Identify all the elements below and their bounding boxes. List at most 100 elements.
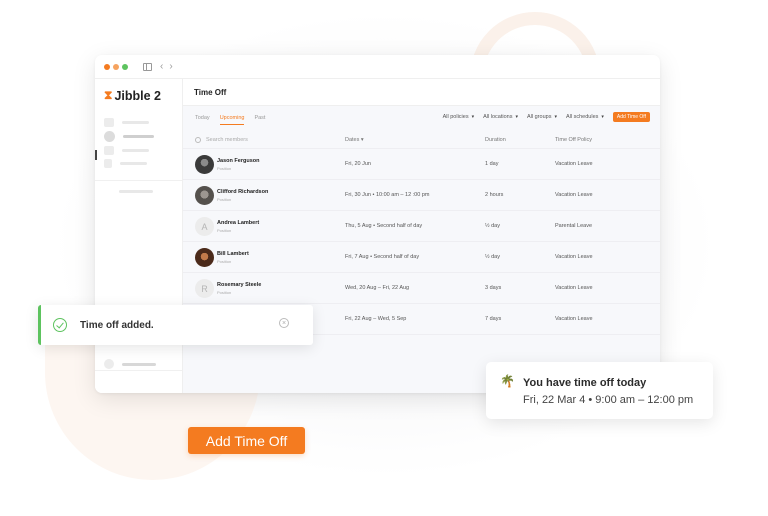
caret-down-icon: ▾	[601, 114, 604, 120]
avatar: R	[195, 279, 214, 298]
duration-cell: 3 days	[485, 285, 502, 291]
duration-cell: 1 day	[485, 161, 499, 167]
filter-label: All schedules	[565, 114, 599, 120]
dates-cell: Fri, 20 Jun	[345, 161, 371, 167]
sidebar-item-icon	[104, 131, 115, 142]
member-position: Position	[217, 197, 232, 202]
column-dates[interactable]: Dates ▾	[345, 137, 364, 143]
filter-policies[interactable]: All policies ▾	[443, 114, 475, 120]
table-row[interactable]: Bill Lambert Position Fri, 7 Aug • Secon…	[183, 242, 660, 273]
caret-down-icon: ▾	[554, 114, 557, 120]
member-position: Position	[217, 166, 232, 171]
time-off-today-card: 🌴 You have time off today Fri, 22 Mar 4 …	[486, 362, 713, 419]
table-row[interactable]: R Rosemary Steele Position Wed, 20 Aug –…	[183, 273, 660, 304]
table-row[interactable]: A Andrea Lambert Position Thu, 5 Aug • S…	[183, 211, 660, 242]
filter-groups[interactable]: All groups ▾	[527, 114, 557, 120]
check-circle-icon	[53, 318, 67, 332]
dates-cell: Fri, 22 Aug – Wed, 5 Sep	[345, 316, 407, 322]
sidebar-active-indicator	[95, 150, 97, 160]
policy-cell: Parental Leave	[555, 223, 592, 229]
add-time-off-button-small[interactable]: Add Time Off	[612, 112, 650, 122]
sidebar-item-label-placeholder	[122, 149, 149, 152]
filter-label: All groups	[526, 114, 552, 120]
toast-message: Time off added.	[80, 319, 154, 331]
sidebar-item-label-placeholder	[122, 121, 149, 124]
card-subtitle: Fri, 22 Mar 4 • 9:00 am – 12:00 pm	[523, 394, 694, 406]
logo-text: Jibble 2	[114, 88, 161, 103]
sidebar-item-label-placeholder	[119, 190, 153, 193]
caret-down-icon: ▾	[471, 114, 475, 120]
sidebar-item-icon	[104, 118, 114, 127]
sidebar-item-icon	[104, 146, 114, 155]
sidebar-divider	[95, 370, 182, 371]
avatar: A	[195, 217, 214, 236]
duration-cell: ½ day	[485, 254, 500, 260]
tab-past[interactable]: Past	[254, 115, 265, 125]
sidebar-item-5[interactable]	[119, 190, 153, 193]
member-name: Jason Ferguson	[217, 158, 260, 164]
window-titlebar: ‹ ›	[95, 55, 660, 79]
member-name: Bill Lambert	[217, 251, 249, 257]
add-time-off-button[interactable]: Add Time Off	[188, 427, 305, 454]
tab-upcoming[interactable]: Upcoming	[219, 115, 245, 125]
duration-cell: 2 hours	[485, 192, 504, 198]
minimize-window-dot[interactable]	[113, 63, 119, 70]
policy-cell: Vacation Leave	[555, 161, 593, 167]
back-icon[interactable]: ‹	[160, 61, 163, 72]
dates-cell: Wed, 20 Aug – Fri, 22 Aug	[345, 285, 410, 291]
filter-locations[interactable]: All locations ▾	[483, 114, 518, 120]
filter-schedules[interactable]: All schedules ▾	[566, 114, 604, 120]
palm-tree-icon: 🌴	[500, 374, 515, 388]
forward-icon[interactable]: ›	[169, 61, 172, 72]
search-icon	[195, 137, 201, 143]
sidebar: ⧗ Jibble 2	[95, 79, 183, 393]
caret-down-icon: ▾	[515, 114, 518, 120]
sidebar-item-3[interactable]	[104, 146, 149, 155]
sidebar-toggle-icon[interactable]	[143, 62, 152, 71]
main-header: Time Off	[183, 79, 660, 106]
sidebar-item-2-active[interactable]	[104, 131, 154, 142]
tab-today[interactable]: Today	[195, 115, 210, 125]
sidebar-divider	[95, 180, 182, 181]
main-content: Time Off Today Upcoming Past All policie…	[183, 79, 660, 393]
member-name: Andrea Lambert	[217, 220, 260, 226]
search-members[interactable]: Search members	[195, 137, 248, 143]
user-name-placeholder	[122, 362, 156, 366]
filter-label: All policies	[442, 114, 469, 120]
logo[interactable]: ⧗ Jibble 2	[95, 79, 182, 105]
avatar	[195, 248, 214, 267]
member-name: Rosemary Steele	[217, 282, 262, 288]
filter-label: All locations	[483, 114, 513, 120]
maximize-window-dot[interactable]	[122, 63, 128, 70]
dates-cell: Fri, 7 Aug • Second half of day	[345, 254, 420, 260]
success-toast: Time off added. ×	[38, 305, 313, 345]
member-position: Position	[217, 290, 232, 295]
hourglass-logo-icon: ⧗	[104, 88, 113, 102]
sidebar-item-label-placeholder	[123, 135, 154, 138]
duration-cell: ½ day	[485, 223, 500, 229]
column-duration: Duration	[485, 137, 506, 143]
close-window-dot[interactable]	[104, 63, 110, 70]
policy-cell: Vacation Leave	[555, 316, 593, 322]
close-icon[interactable]: ×	[279, 318, 289, 328]
dates-cell: Thu, 5 Aug • Second half of day	[345, 223, 423, 229]
search-input[interactable]: Search members	[206, 137, 248, 143]
policy-cell: Vacation Leave	[555, 254, 593, 260]
policy-cell: Vacation Leave	[555, 192, 593, 198]
sidebar-item-1[interactable]	[104, 118, 149, 127]
dates-cell: Fri, 30 Jun • 10:00 am – 12 :00 pm	[345, 192, 430, 198]
avatar	[195, 186, 214, 205]
member-position: Position	[217, 228, 232, 233]
table-row[interactable]: Jason Ferguson Position Fri, 20 Jun 1 da…	[183, 149, 660, 180]
table-header: Search members Dates ▾ Duration Time Off…	[183, 133, 660, 149]
member-position: Position	[217, 259, 232, 264]
page-title: Time Off	[194, 87, 227, 97]
sidebar-item-4[interactable]	[104, 159, 147, 168]
user-avatar	[104, 359, 114, 369]
sidebar-user[interactable]	[104, 359, 156, 369]
member-name: Clifford Richardson	[217, 189, 269, 195]
table-row[interactable]: Clifford Richardson Position Fri, 30 Jun…	[183, 180, 660, 211]
policy-cell: Vacation Leave	[555, 285, 593, 291]
column-policy: Time Off Policy	[555, 137, 592, 143]
avatar	[195, 155, 214, 174]
